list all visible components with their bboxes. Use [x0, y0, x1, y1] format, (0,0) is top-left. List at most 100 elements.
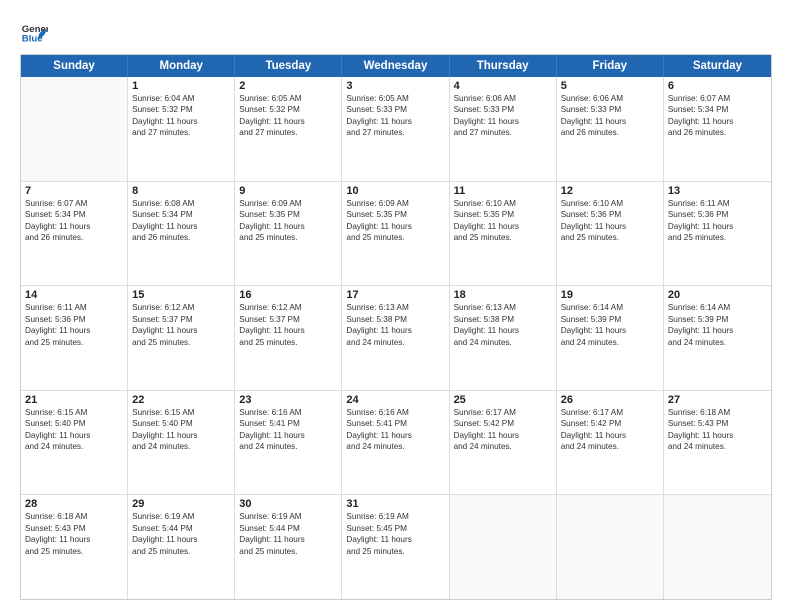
- header-day-saturday: Saturday: [664, 55, 771, 77]
- sunrise-line: Sunrise: 6:19 AM: [346, 512, 408, 521]
- daylight-line: Daylight: 11 hoursand 25 minutes.: [239, 535, 304, 555]
- cal-cell: 17Sunrise: 6:13 AMSunset: 5:38 PMDayligh…: [342, 286, 449, 390]
- cal-cell: 27Sunrise: 6:18 AMSunset: 5:43 PMDayligh…: [664, 391, 771, 495]
- daylight-line: Daylight: 11 hoursand 24 minutes.: [132, 431, 197, 451]
- sunset-line: Sunset: 5:32 PM: [132, 105, 193, 114]
- cal-cell: [21, 77, 128, 181]
- calendar: SundayMondayTuesdayWednesdayThursdayFrid…: [20, 54, 772, 600]
- cal-cell: 31Sunrise: 6:19 AMSunset: 5:45 PMDayligh…: [342, 495, 449, 599]
- sunset-line: Sunset: 5:36 PM: [25, 315, 86, 324]
- sunrise-line: Sunrise: 6:11 AM: [25, 303, 87, 312]
- day-number: 23: [239, 394, 337, 406]
- sunrise-line: Sunrise: 6:04 AM: [132, 94, 194, 103]
- day-number: 2: [239, 80, 337, 92]
- header-day-wednesday: Wednesday: [342, 55, 449, 77]
- week-row-3: 14 Sunrise: 6:11 AM Sunset: 5:36 PM Dayligh…: [21, 286, 771, 391]
- sunrise-line: Sunrise: 6:06 AM: [454, 94, 516, 103]
- sunrise-line: Sunrise: 6:19 AM: [239, 512, 301, 521]
- cal-cell: 4Sunrise: 6:06 AMSunset: 5:33 PMDaylight…: [450, 77, 557, 181]
- calendar-page: General Blue SundayMondayTuesdayWednesda…: [0, 0, 792, 612]
- sunset-line: Sunset: 5:41 PM: [239, 419, 300, 428]
- day-number: 21: [25, 394, 123, 406]
- sunrise-line: Sunrise: 6:14 AM: [561, 303, 623, 312]
- cal-cell: 2Sunrise: 6:05 AMSunset: 5:32 PMDaylight…: [235, 77, 342, 181]
- daylight-line: Daylight: 11 hoursand 25 minutes.: [561, 222, 626, 242]
- cell-info: Sunrise: 6:07 AMSunset: 5:34 PMDaylight:…: [25, 198, 123, 244]
- sunset-line: Sunset: 5:42 PM: [454, 419, 515, 428]
- day-number: 11: [454, 185, 552, 197]
- cell-info: Sunrise: 6:11 AMSunset: 5:36 PMDaylight:…: [25, 302, 123, 348]
- daylight-line: Daylight: 11 hoursand 24 minutes.: [25, 431, 90, 451]
- daylight-line: Daylight: 11 hoursand 25 minutes.: [239, 326, 304, 346]
- cell-info: Sunrise: 6:06 AMSunset: 5:33 PMDaylight:…: [561, 93, 659, 139]
- sunrise-line: Sunrise: 6:18 AM: [668, 408, 730, 417]
- daylight-line: Daylight: 11 hoursand 24 minutes.: [239, 431, 304, 451]
- day-number: 14: [25, 289, 123, 301]
- week-row-2: 7Sunrise: 6:07 AMSunset: 5:34 PMDaylight…: [21, 182, 771, 287]
- day-number: 26: [561, 394, 659, 406]
- header-day-tuesday: Tuesday: [235, 55, 342, 77]
- daylight-line: Daylight: 11 hoursand 25 minutes.: [346, 222, 411, 242]
- sunrise-line: Sunrise: 6:17 AM: [454, 408, 516, 417]
- daylight-line: Daylight: 11 hoursand 26 minutes.: [668, 117, 733, 137]
- day-number: 28: [25, 498, 123, 510]
- sunset-line: Sunset: 5:38 PM: [454, 315, 515, 324]
- daylight-line: Daylight: 11 hoursand 27 minutes.: [454, 117, 519, 137]
- cell-info: Sunrise: 6:18 AMSunset: 5:43 PMDaylight:…: [668, 407, 767, 453]
- cal-cell: 21Sunrise: 6:15 AMSunset: 5:40 PMDayligh…: [21, 391, 128, 495]
- sunrise-line: Sunrise: 6:10 AM: [561, 199, 623, 208]
- cell-info: Sunrise: 6:11 AMSunset: 5:36 PMDaylight:…: [668, 198, 767, 244]
- day-number: 9: [239, 185, 337, 197]
- header-day-friday: Friday: [557, 55, 664, 77]
- daylight-line: Daylight: 11 hoursand 24 minutes.: [561, 431, 626, 451]
- sunset-line: Sunset: 5:44 PM: [132, 524, 193, 533]
- cal-cell: 9Sunrise: 6:09 AMSunset: 5:35 PMDaylight…: [235, 182, 342, 286]
- cell-info: Sunrise: 6:12 AMSunset: 5:37 PMDaylight:…: [239, 302, 337, 348]
- cal-cell: 11Sunrise: 6:10 AMSunset: 5:35 PMDayligh…: [450, 182, 557, 286]
- sunset-line: Sunset: 5:40 PM: [132, 419, 193, 428]
- sunset-line: Sunset: 5:33 PM: [561, 105, 622, 114]
- cell-info: Sunrise: 6:19 AMSunset: 5:44 PMDaylight:…: [132, 511, 230, 557]
- cell-info: Sunrise: 6:10 AMSunset: 5:35 PMDaylight:…: [454, 198, 552, 244]
- day-number: 31: [346, 498, 444, 510]
- cell-info: Sunrise: 6:17 AM Sunset: 5:42 PM Daylight:…: [454, 407, 552, 453]
- daylight-line: Daylight: 11 hoursand 25 minutes.: [132, 535, 197, 555]
- day-number: 12: [561, 185, 659, 197]
- daylight-line: Daylight: 11 hoursand 25 minutes.: [454, 222, 519, 242]
- week-row-5: 28Sunrise: 6:18 AMSunset: 5:43 PMDayligh…: [21, 495, 771, 599]
- cell-info: Sunrise: 6:05 AMSunset: 5:33 PMDaylight:…: [346, 93, 444, 139]
- sunrise-line: Sunrise: 6:18 AM: [25, 512, 87, 521]
- day-number: 29: [132, 498, 230, 510]
- cell-info: Sunrise: 6:16 AM Sunset: 5:41 PM Daylight:…: [239, 407, 337, 453]
- sunrise-line: Sunrise: 6:07 AM: [668, 94, 730, 103]
- cell-info: Sunrise: 6:14 AMSunset: 5:39 PMDaylight:…: [668, 302, 767, 348]
- sunset-line: Sunset: 5:35 PM: [239, 210, 300, 219]
- day-number: 30: [239, 498, 337, 510]
- cell-info: Sunrise: 6:07 AMSunset: 5:34 PMDaylight:…: [668, 93, 767, 139]
- cal-cell: [557, 495, 664, 599]
- daylight-line: Daylight: 11 hoursand 25 minutes.: [25, 535, 90, 555]
- cal-cell: 8Sunrise: 6:08 AMSunset: 5:34 PMDaylight…: [128, 182, 235, 286]
- daylight-line: Daylight: 11 hoursand 24 minutes.: [561, 326, 626, 346]
- day-number: 6: [668, 80, 767, 92]
- sunrise-line: Sunrise: 6:11 AM: [668, 199, 730, 208]
- cell-info: Sunrise: 6:17 AMSunset: 5:42 PMDaylight:…: [561, 407, 659, 453]
- daylight-line: Daylight: 11 hoursand 24 minutes.: [454, 431, 519, 451]
- week-row-1: 1Sunrise: 6:04 AMSunset: 5:32 PMDaylight…: [21, 77, 771, 182]
- sunrise-line: Sunrise: 6:06 AM: [561, 94, 623, 103]
- sunset-line: Sunset: 5:33 PM: [346, 105, 407, 114]
- daylight-line: Daylight: 11 hoursand 25 minutes.: [132, 326, 197, 346]
- sunset-line: Sunset: 5:39 PM: [561, 315, 622, 324]
- cell-info: Sunrise: 6:15 AMSunset: 5:40 PMDaylight:…: [132, 407, 230, 453]
- sunset-line: Sunset: 5:37 PM: [239, 315, 300, 324]
- cal-cell: 13Sunrise: 6:11 AMSunset: 5:36 PMDayligh…: [664, 182, 771, 286]
- sunrise-line: Sunrise: 6:09 AM: [239, 199, 301, 208]
- cell-info: Sunrise: 6:10 AM Sunset: 5:36 PM Daylight:…: [561, 198, 659, 244]
- cell-info: Sunrise: 6:04 AMSunset: 5:32 PMDaylight:…: [132, 93, 230, 139]
- day-number: 8: [132, 185, 230, 197]
- sunrise-line: Sunrise: 6:14 AM: [668, 303, 730, 312]
- logo-icon: General Blue: [20, 18, 48, 46]
- sunrise-line: Sunrise: 6:16 AM: [239, 408, 301, 417]
- cal-cell: 6Sunrise: 6:07 AMSunset: 5:34 PMDaylight…: [664, 77, 771, 181]
- sunset-line: Sunset: 5:36 PM: [561, 210, 622, 219]
